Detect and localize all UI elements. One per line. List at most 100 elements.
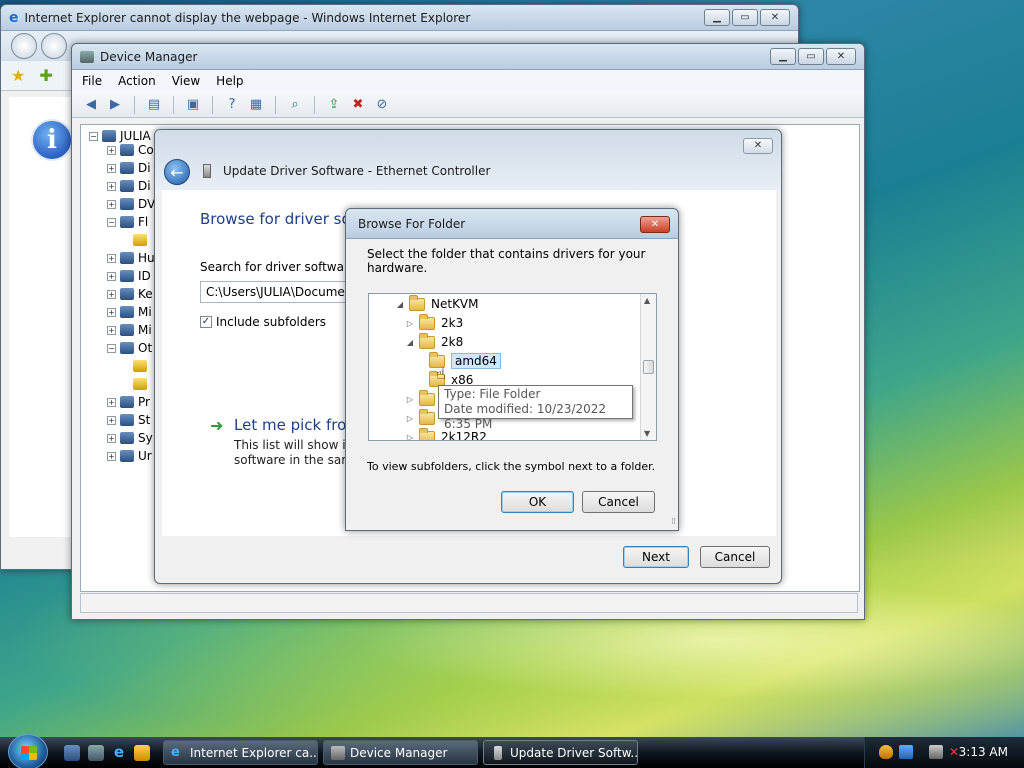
folder-tree-scrollbar[interactable]: ▲ ▼ — [640, 294, 656, 440]
device-category[interactable]: + St — [107, 411, 150, 429]
ie-close-button[interactable]: ✕ — [760, 9, 790, 26]
device-category[interactable]: + DV — [107, 195, 155, 213]
favorites-star-icon[interactable]: ★ — [11, 66, 25, 85]
driver-path-input[interactable]: C:\Users\JULIA\Document — [200, 281, 360, 303]
dm-titlebar[interactable]: Device Manager ▁ ▭ ✕ — [72, 44, 864, 70]
device-category[interactable]: + Pr — [107, 393, 150, 411]
expand-icon[interactable]: + — [107, 325, 116, 335]
scroll-thumb[interactable] — [643, 360, 654, 374]
show-desktop-icon[interactable] — [64, 745, 80, 761]
device-category[interactable]: + ID — [107, 267, 151, 285]
forward-button[interactable] — [41, 33, 67, 59]
help-icon[interactable]: ? — [223, 96, 241, 114]
expand-icon[interactable]: + — [107, 199, 116, 209]
device-category[interactable]: + Co — [107, 141, 154, 159]
resize-grip-icon[interactable]: ⁞⁞ — [671, 517, 676, 527]
expand-icon[interactable]: + — [107, 271, 116, 281]
expander-icon[interactable]: ▷ — [405, 414, 415, 423]
device-category[interactable]: − Ot — [107, 339, 152, 357]
expand-icon[interactable]: + — [107, 415, 116, 425]
start-button[interactable] — [8, 734, 48, 768]
folder-item[interactable]: ▷ 2k3 — [405, 313, 463, 332]
uninstall-icon[interactable]: ✖ — [349, 96, 367, 114]
switch-windows-icon[interactable] — [88, 745, 104, 761]
expand-icon[interactable]: + — [107, 397, 116, 407]
folder-item[interactable]: ▷ — [405, 408, 441, 427]
dm-close-button[interactable]: ✕ — [826, 48, 856, 65]
expand-icon[interactable]: + — [107, 307, 116, 317]
device-category[interactable] — [133, 231, 151, 249]
ie-titlebar[interactable]: e Internet Explorer cannot display the w… — [1, 5, 798, 31]
expander-icon[interactable]: ◢ — [405, 338, 415, 347]
expand-icon[interactable]: + — [107, 181, 116, 191]
expander-icon[interactable]: ▷ — [405, 395, 415, 404]
menu-action[interactable]: Action — [118, 74, 156, 88]
device-category[interactable]: + Ke — [107, 285, 153, 303]
scroll-up-icon[interactable]: ▲ — [644, 296, 650, 305]
network-tray-icon[interactable] — [899, 745, 913, 759]
include-subfolders-checkbox[interactable]: ✓ Include subfolders — [200, 315, 326, 329]
task-update-driver[interactable]: Update Driver Softw... — [483, 740, 638, 765]
expand-icon[interactable]: − — [107, 343, 116, 353]
ie-minimize-button[interactable]: ▁ — [704, 9, 730, 26]
clock[interactable]: 3:13 AM — [959, 745, 1008, 759]
folder-item[interactable]: ◢ NetKVM — [395, 294, 479, 313]
add-favorite-icon[interactable]: ✚ — [39, 66, 52, 85]
device-category[interactable]: + Sy — [107, 429, 153, 447]
media-player-icon[interactable] — [134, 745, 150, 761]
device-category[interactable] — [133, 375, 151, 393]
task-internet-explorer[interactable]: e Internet Explorer ca... — [163, 740, 318, 765]
view-icon[interactable]: ▦ — [247, 96, 265, 114]
ie-quicklaunch-icon[interactable]: e — [111, 745, 127, 761]
ok-button[interactable]: OK — [501, 491, 574, 513]
forward-arrow-icon[interactable]: ▶ — [106, 96, 124, 114]
disable-icon[interactable]: ⊘ — [373, 96, 391, 114]
pick-from-list-link[interactable]: Let me pick from — [234, 416, 361, 434]
expand-icon[interactable]: + — [107, 163, 116, 173]
device-category[interactable]: + Mi — [107, 303, 152, 321]
expander-icon[interactable]: ◢ — [395, 300, 405, 309]
expand-icon[interactable]: + — [107, 253, 116, 263]
scan-hardware-icon[interactable]: ⌕ — [286, 96, 304, 114]
properties-icon[interactable]: ▣ — [184, 96, 202, 114]
expand-icon[interactable]: + — [107, 433, 116, 443]
ud-cancel-button[interactable]: Cancel — [700, 546, 770, 568]
dm-minimize-button[interactable]: ▁ — [770, 48, 796, 65]
folder-item[interactable]: amd64 — [415, 351, 501, 370]
bf-close-button[interactable]: ✕ — [640, 216, 670, 233]
menu-help[interactable]: Help — [216, 74, 243, 88]
back-button[interactable] — [11, 33, 37, 59]
collapse-icon[interactable]: − — [89, 131, 98, 141]
expand-icon[interactable]: − — [107, 217, 116, 227]
device-category[interactable]: + Di — [107, 177, 151, 195]
expander-icon[interactable]: ▷ — [405, 433, 415, 441]
expand-icon[interactable]: + — [107, 451, 116, 461]
expand-icon[interactable]: + — [107, 289, 116, 299]
expander-icon[interactable]: ▷ — [405, 319, 415, 328]
dm-maximize-button[interactable]: ▭ — [798, 48, 824, 65]
menu-view[interactable]: View — [172, 74, 200, 88]
bf-cancel-button[interactable]: Cancel — [582, 491, 655, 513]
wizard-back-button[interactable]: ← — [164, 159, 190, 185]
device-category[interactable]: − Fl — [107, 213, 148, 231]
checkbox-checked-icon[interactable]: ✓ — [200, 316, 212, 328]
security-shield-icon[interactable] — [879, 745, 893, 759]
ie-maximize-button[interactable]: ▭ — [732, 9, 758, 26]
device-category[interactable]: + Mi — [107, 321, 152, 339]
back-arrow-icon[interactable]: ◀ — [82, 96, 100, 114]
menu-file[interactable]: File — [82, 74, 102, 88]
device-category[interactable]: + Ur — [107, 447, 152, 465]
device-category[interactable]: + Hu — [107, 249, 155, 267]
show-hide-tree-icon[interactable]: ▤ — [145, 96, 163, 114]
bf-titlebar[interactable]: Browse For Folder ✕ — [346, 209, 678, 239]
next-button[interactable]: Next — [623, 546, 689, 568]
ud-close-button[interactable]: ✕ — [743, 138, 773, 154]
update-driver-icon[interactable]: ⇪ — [325, 96, 343, 114]
device-category[interactable]: + Di — [107, 159, 151, 177]
task-device-manager[interactable]: Device Manager — [323, 740, 478, 765]
device-category[interactable] — [133, 357, 151, 375]
folder-item[interactable]: ▷ — [405, 389, 441, 408]
expand-icon[interactable]: + — [107, 145, 116, 155]
network-status-icon[interactable] — [929, 745, 943, 759]
folder-item[interactable]: ◢ 2k8 — [405, 332, 463, 351]
